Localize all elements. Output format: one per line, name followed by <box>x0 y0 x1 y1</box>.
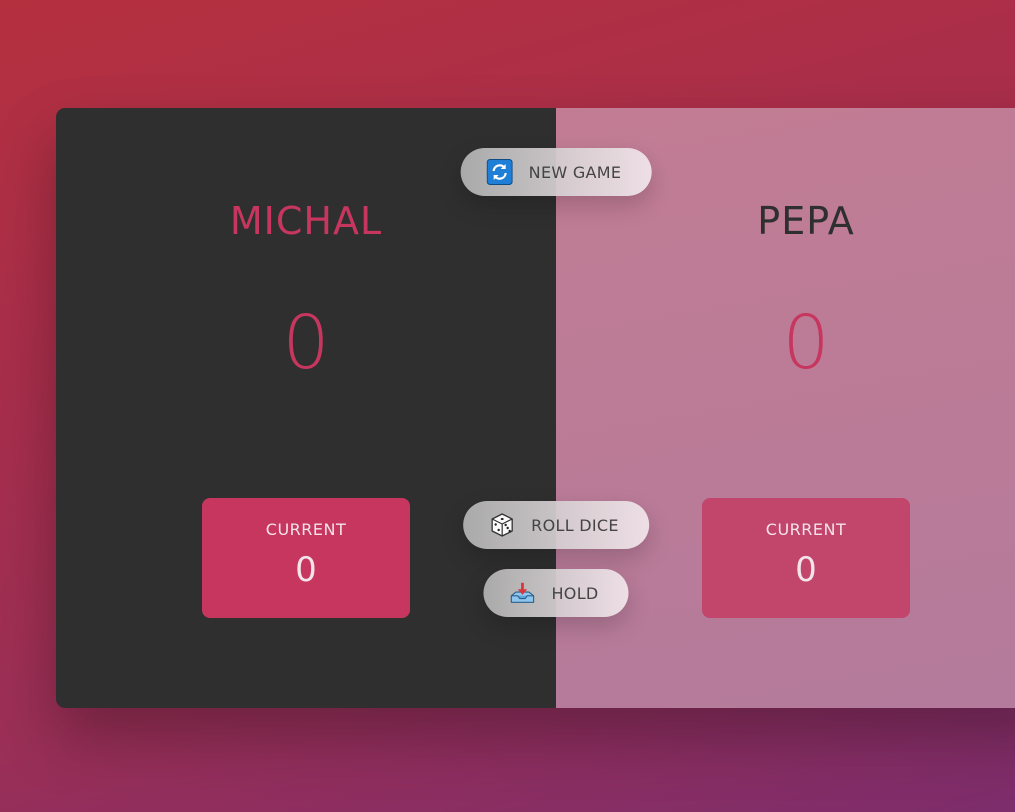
player-0-name: MICHAL <box>229 199 383 243</box>
player-1-current-score: 0 <box>795 550 817 590</box>
new-game-button[interactable]: NEW GAME <box>460 148 652 196</box>
refresh-icon <box>486 159 513 185</box>
inbox-tray-icon <box>509 580 535 606</box>
dice-icon <box>489 512 515 538</box>
player-0-current-box: CURRENT 0 <box>202 498 410 618</box>
new-game-label: NEW GAME <box>528 162 622 182</box>
hold-button[interactable]: HOLD <box>483 569 629 617</box>
roll-dice-label: ROLL DICE <box>531 515 619 535</box>
roll-dice-button[interactable]: ROLL DICE <box>463 501 649 549</box>
player-0-total-score: 0 <box>282 299 330 386</box>
player-0-current-score: 0 <box>295 550 317 590</box>
player-0-current-label: CURRENT <box>265 520 347 539</box>
player-1-current-box: CURRENT 0 <box>702 498 910 618</box>
hold-label: HOLD <box>551 583 599 603</box>
player-1-name: PEPA <box>757 199 855 243</box>
player-1-current-label: CURRENT <box>765 520 847 539</box>
game-board: MICHAL 0 CURRENT 0 PEPA 0 CURRENT 0 <box>56 108 1015 708</box>
player-0-panel: MICHAL 0 CURRENT 0 <box>56 108 556 708</box>
player-1-panel: PEPA 0 CURRENT 0 <box>556 108 1015 708</box>
player-1-total-score: 0 <box>782 299 830 386</box>
